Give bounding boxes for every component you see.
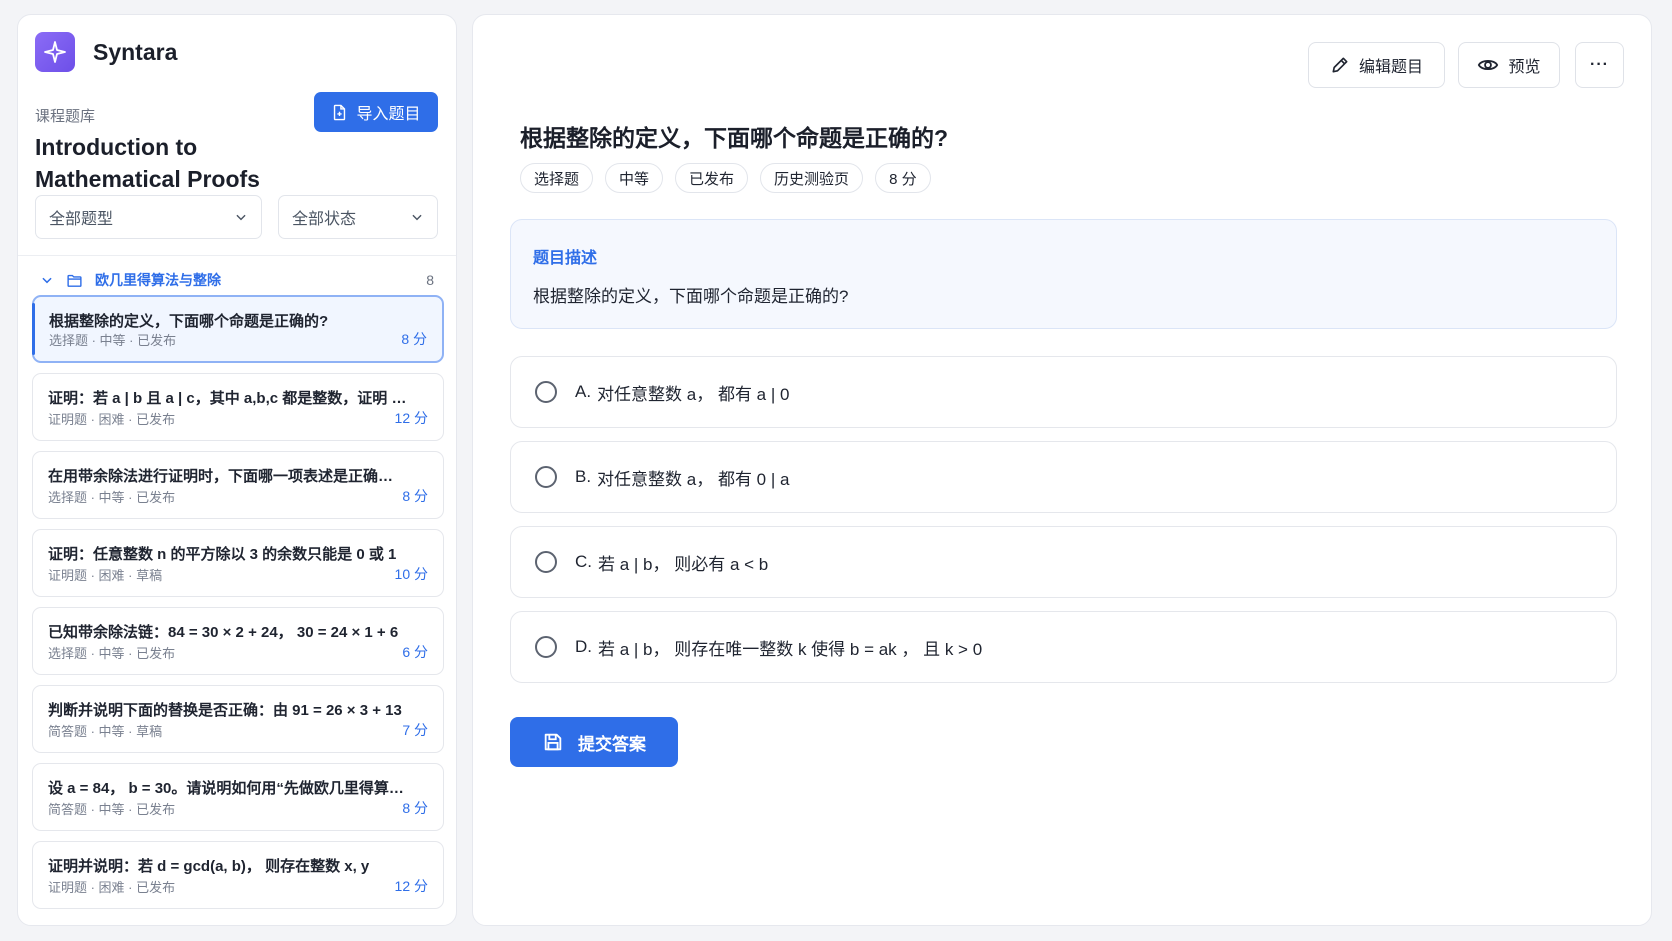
question-list-item[interactable]: 已知带余除法链：84 = 30 × 2 + 24， 30 = 24 × 1 + … (32, 607, 444, 675)
question-item-title: 证明：任意整数 n 的平方除以 3 的余数只能是 0 或 1 (48, 546, 397, 563)
question-item-title: 根据整除的定义，下面哪个命题是正确的? (49, 313, 329, 330)
eye-icon (1478, 59, 1499, 71)
edit-question-label: 编辑题目 (1358, 59, 1423, 76)
brand[interactable]: Syntara (35, 32, 177, 72)
question-group-count: 8 (426, 272, 434, 288)
answer-option-b[interactable]: B. 对任意整数 a， 都有 0 | a (510, 441, 1617, 513)
save-icon (544, 733, 562, 751)
question-status-select[interactable]: 全部状态 (278, 195, 438, 239)
sparkle-logo-icon (35, 32, 75, 72)
option-text: 若 a | b， 则存在唯一整数 k 使得 b = ak ， 且 k > 0 (598, 639, 983, 659)
tag-type: 选择题 (520, 163, 594, 193)
more-icon: ··· (1590, 56, 1609, 73)
question-type-value: 全部题型 (49, 211, 114, 228)
brand-name: Syntara (93, 38, 178, 65)
question-detail-panel: 编辑题目 预览 ··· 根据整除的定义，下面哪个命题是正确的? 选择题 中等 已… (472, 14, 1652, 926)
question-type-select[interactable]: 全部题型 (35, 195, 262, 239)
chevron-down-icon[interactable] (40, 273, 54, 287)
question-item-meta: 证明题 · 困难 · 草稿 (48, 568, 163, 583)
option-letter: C. (575, 552, 592, 571)
question-item-score: 8 分 (401, 331, 427, 347)
submit-answer-label: 提交答案 (578, 734, 646, 754)
question-list-item[interactable]: 在用带余除法进行证明时，下面哪一项表述是正确的？ 选择题 · 中等 · 已发布 … (32, 451, 444, 519)
question-tags: 选择题 中等 已发布 历史测验页 8 分 (520, 163, 931, 193)
option-letter: A. (575, 382, 592, 401)
question-item-score: 8 分 (402, 800, 428, 816)
import-questions-label: 导入题目 (356, 106, 421, 123)
question-item-score: 6 分 (402, 644, 428, 660)
question-item-meta: 选择题 · 中等 · 已发布 (48, 490, 176, 505)
question-item-title: 已知带余除法链：84 = 30 × 2 + 24， 30 = 24 × 1 + … (48, 624, 399, 641)
question-list-item[interactable]: 判断并说明下面的替换是否正确：由 91 = 26 × 3 + 13 简答题 · … (32, 685, 444, 753)
chevron-down-icon (236, 214, 246, 221)
sidebar-divider (18, 255, 456, 256)
question-list-item[interactable]: 根据整除的定义，下面哪个命题是正确的? 选择题 · 中等 · 已发布 8 分 (32, 295, 444, 363)
question-title: 根据整除的定义，下面哪个命题是正确的? (520, 125, 949, 151)
bank-label: 课程题库 (35, 108, 96, 125)
tag-difficulty: 中等 (605, 163, 664, 193)
radio-button[interactable] (535, 636, 557, 658)
preview-button[interactable]: 预览 (1458, 42, 1560, 88)
description-label: 题目描述 (533, 250, 598, 267)
tag-source: 历史测验页 (760, 163, 864, 193)
question-group-header[interactable]: 欧几里得算法与整除 8 (40, 269, 434, 291)
import-questions-button[interactable]: 导入题目 (314, 92, 438, 132)
sidebar: Syntara 课程题库 Introduction to Mathematica… (17, 14, 457, 926)
question-item-title: 在用带余除法进行证明时，下面哪一项表述是正确的？ (48, 468, 407, 485)
question-list-item[interactable]: 证明：若 a | b 且 a | c，其中 a,b,c 都是整数，证明 a | … (32, 373, 444, 441)
question-list-item[interactable]: 证明并说明：若 d = gcd(a, b)， 则存在整数 x, y 证明题 · … (32, 841, 444, 909)
option-letter: B. (575, 467, 592, 486)
question-list-item[interactable]: 设 a = 84， b = 30。请说明如何用“先做欧几里得算法” 简答题 · … (32, 763, 444, 831)
option-text: 对任意整数 a， 都有 0 | a (597, 469, 790, 489)
question-item-meta: 证明题 · 困难 · 已发布 (48, 880, 176, 895)
question-item-meta: 选择题 · 中等 · 已发布 (49, 333, 177, 348)
question-item-title: 证明：若 a | b 且 a | c，其中 a,b,c 都是整数，证明 a | … (48, 390, 407, 407)
question-group-title: 欧几里得算法与整除 (95, 272, 221, 288)
question-item-score: 10 分 (394, 566, 428, 582)
question-description: 题目描述 根据整除的定义，下面哪个命题是正确的? (510, 219, 1617, 329)
course-title: Introduction to Mathematical Proofs (35, 134, 260, 192)
edit-question-button[interactable]: 编辑题目 (1308, 42, 1445, 88)
description-text: 根据整除的定义，下面哪个命题是正确的? (533, 287, 849, 306)
option-letter: D. (575, 637, 592, 656)
answer-option-a[interactable]: A. 对任意整数 a， 都有 a | 0 (510, 356, 1617, 428)
question-item-meta: 简答题 · 中等 · 已发布 (48, 802, 176, 817)
option-text: 对任意整数 a， 都有 a | 0 (597, 384, 790, 404)
question-item-title: 证明并说明：若 d = gcd(a, b)， 则存在整数 x, y (48, 858, 370, 875)
answer-option-c[interactable]: C. 若 a | b， 则必有 a < b (510, 526, 1617, 598)
file-import-icon (334, 104, 346, 120)
question-list: 根据整除的定义，下面哪个命题是正确的? 选择题 · 中等 · 已发布 8 分 证… (32, 295, 444, 919)
radio-button[interactable] (535, 381, 557, 403)
option-text: 若 a | b， 则必有 a < b (598, 554, 769, 574)
submit-answer-button[interactable]: 提交答案 (510, 717, 678, 767)
question-item-meta: 证明题 · 困难 · 已发布 (48, 412, 176, 427)
question-item-score: 12 分 (394, 878, 428, 894)
folder-icon (67, 274, 82, 287)
chevron-down-icon (412, 214, 422, 221)
question-status-value: 全部状态 (292, 211, 357, 228)
question-item-title: 判断并说明下面的替换是否正确：由 91 = 26 × 3 + 13 (48, 702, 402, 719)
answer-option-d[interactable]: D. 若 a | b， 则存在唯一整数 k 使得 b = ak ， 且 k > … (510, 611, 1617, 683)
preview-label: 预览 (1508, 59, 1541, 76)
tag-status: 已发布 (675, 163, 749, 193)
question-item-score: 8 分 (402, 488, 428, 504)
question-item-score: 7 分 (402, 722, 428, 738)
question-list-item[interactable]: 证明：任意整数 n 的平方除以 3 的余数只能是 0 或 1 证明题 · 困难 … (32, 529, 444, 597)
radio-button[interactable] (535, 466, 557, 488)
tag-score: 8 分 (875, 163, 931, 193)
question-item-meta: 简答题 · 中等 · 草稿 (48, 724, 163, 739)
radio-button[interactable] (535, 551, 557, 573)
pencil-icon (1332, 57, 1348, 73)
question-item-title: 设 a = 84， b = 30。请说明如何用“先做欧几里得算法” (48, 780, 407, 797)
question-item-meta: 选择题 · 中等 · 已发布 (48, 646, 176, 661)
question-item-score: 12 分 (394, 410, 428, 426)
more-options-button[interactable]: ··· (1575, 42, 1624, 88)
